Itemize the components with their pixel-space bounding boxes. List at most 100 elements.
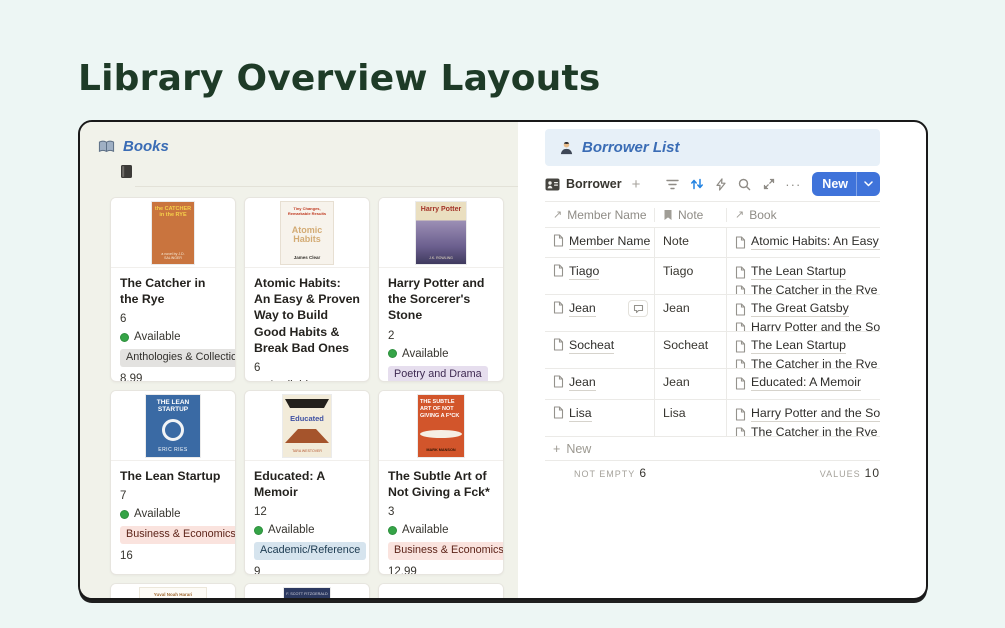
book-cover-area: THE SUBTLE ART OF NOT GIVING A F*CK MARK… xyxy=(379,391,503,461)
member-cell[interactable]: Socheat xyxy=(545,332,655,368)
table-row[interactable]: Tiago Tiago The Lean Startup The Catcher… xyxy=(545,258,880,295)
book-card[interactable]: THE SUBTLE ART OF NOT GIVING A F*CK MARK… xyxy=(378,390,504,575)
books-panel: Books the CATCHER in the RYE a novel by … xyxy=(80,122,518,598)
book-copies: 7 xyxy=(120,490,127,503)
status-dot-icon xyxy=(254,525,263,535)
note-cell[interactable]: Socheat xyxy=(655,332,727,368)
book-cover-area: the CATCHER in the RYE a novel by J.D. S… xyxy=(111,198,235,268)
person-icon xyxy=(559,140,574,155)
book-cell[interactable]: Harry Potter and the Sorcerer's The Catc… xyxy=(727,400,880,436)
book-cell[interactable]: The Lean Startup The Catcher in the Rye xyxy=(727,258,880,294)
open-book-icon xyxy=(98,140,115,154)
member-cell[interactable]: Lisa xyxy=(545,400,655,436)
book-cover: Yuval Noah Harari xyxy=(140,587,206,598)
cover-text: Tiny Changes, Remarkable Results xyxy=(287,205,327,216)
page-icon xyxy=(553,338,564,351)
table-header-row: ↗ Member Name Note ↗ Book xyxy=(545,202,880,228)
view-tab-borrower[interactable]: Borrower xyxy=(545,177,622,191)
note-cell[interactable]: Jean xyxy=(655,295,727,331)
book-card[interactable]: Yuval Noah Harari xyxy=(110,583,236,598)
book-card[interactable] xyxy=(378,583,504,598)
table-row[interactable]: Jean Jean Educated: A Memoir xyxy=(545,369,880,400)
search-icon[interactable] xyxy=(737,177,752,192)
book-title: Atomic Habits: An Easy & Proven Way to B… xyxy=(254,276,360,355)
book-cell[interactable]: Educated: A Memoir xyxy=(727,369,880,399)
page-icon xyxy=(553,406,564,419)
book-card[interactable]: Tiny Changes, Remarkable Results Atomic … xyxy=(244,197,370,382)
books-view-tab[interactable] xyxy=(120,164,518,180)
app-window: Books the CATCHER in the RYE a novel by … xyxy=(78,120,928,600)
page-icon xyxy=(553,264,564,277)
table-row[interactable]: Jean Jean The Great Gatsby Harry Potter … xyxy=(545,295,880,332)
table-row[interactable]: Socheat Socheat The Lean Startup The Cat… xyxy=(545,332,880,369)
comment-icon[interactable] xyxy=(628,300,648,317)
database-toolbar: Borrower + ··· New xyxy=(545,171,880,197)
book-cell[interactable]: The Great Gatsby Harry Potter and the So… xyxy=(727,295,880,331)
note-cell[interactable]: Note xyxy=(655,228,727,257)
book-status: Available xyxy=(254,380,360,381)
book-cell[interactable]: Atomic Habits: An Easy & Prove xyxy=(727,228,880,257)
not-empty-aggregate[interactable]: NOT EMPTY 6 xyxy=(545,466,647,480)
member-cell[interactable]: Jean xyxy=(545,369,655,399)
book-price: 16 xyxy=(120,550,133,562)
table-footer: NOT EMPTY 6 VALUES 10 xyxy=(545,461,880,481)
column-header-note[interactable]: Note xyxy=(655,207,727,222)
automation-bolt-icon[interactable] xyxy=(713,177,728,192)
borrower-list-header: Borrower List xyxy=(545,129,880,166)
cover-text: TARA WESTOVER xyxy=(292,448,322,453)
status-dot-icon xyxy=(120,509,129,519)
cover-text: THE SUBTLE ART OF NOT GIVING A F*CK xyxy=(420,398,460,419)
cover-text: James Clear xyxy=(293,254,321,260)
book-status: Available xyxy=(388,348,494,360)
add-view-button[interactable]: + xyxy=(632,176,641,193)
book-price: 12.99 xyxy=(388,566,417,575)
book-cover-area: Yuval Noah Harari xyxy=(111,584,235,598)
status-dot-icon xyxy=(120,332,129,342)
book-title: The Lean Startup xyxy=(120,469,221,483)
filter-icon[interactable] xyxy=(665,177,680,192)
expand-icon[interactable] xyxy=(761,177,776,192)
book-card[interactable]: THE LEAN STARTUP ERIC RIES The Lean Star… xyxy=(110,390,236,575)
member-cell[interactable]: Jean xyxy=(545,295,655,331)
book-card[interactable]: the CATCHER in the RYE a novel by J.D. S… xyxy=(110,197,236,382)
page-title: Library Overview Layouts xyxy=(78,58,601,99)
page-icon xyxy=(735,407,746,421)
column-header-member-name[interactable]: ↗ Member Name xyxy=(545,207,655,222)
view-tab-label: Borrower xyxy=(566,177,622,191)
cover-text: THE LEAN STARTUP xyxy=(156,398,190,413)
note-cell[interactable]: Jean xyxy=(655,369,727,399)
book-title: Harry Potter and the Sorcerer's Stone xyxy=(388,276,485,323)
page-icon xyxy=(735,339,746,353)
book-title: Educated: A Memoir xyxy=(254,469,325,500)
values-aggregate[interactable]: VALUES 10 xyxy=(820,466,880,480)
book-cover: F. SCOTT FITZGERALD THE GREAT xyxy=(284,587,330,598)
table-row[interactable]: Member Name Note Atomic Habits: An Easy … xyxy=(545,228,880,258)
book-cover: the CATCHER in the RYE a novel by J.D. S… xyxy=(152,201,194,264)
new-row-button[interactable]: + New xyxy=(545,437,880,461)
new-button-label: New xyxy=(822,177,848,191)
books-gallery: the CATCHER in the RYE a novel by J.D. S… xyxy=(110,197,518,598)
table-row[interactable]: Lisa Lisa Harry Potter and the Sorcerer'… xyxy=(545,400,880,437)
cover-text: Atomic Habits xyxy=(291,224,323,244)
genre-tag: Anthologies & Collections xyxy=(120,349,235,368)
sort-icon[interactable] xyxy=(689,177,704,192)
book-cover: Harry Potter J.K. ROWLING xyxy=(416,201,466,264)
member-cell[interactable]: Member Name xyxy=(545,228,655,257)
chevron-down-icon[interactable] xyxy=(857,181,880,187)
book-card[interactable]: F. SCOTT FITZGERALD THE GREAT xyxy=(244,583,370,598)
cover-circle-graphic xyxy=(420,430,462,439)
member-cell[interactable]: Tiago xyxy=(545,258,655,294)
column-header-book[interactable]: ↗ Book xyxy=(727,208,880,222)
book-card[interactable]: Educated TARA WESTOVER Educated: A Memoi… xyxy=(244,390,370,575)
note-cell[interactable]: Tiago xyxy=(655,258,727,294)
book-cell[interactable]: The Lean Startup The Catcher in the Rye xyxy=(727,332,880,368)
more-options-icon[interactable]: ··· xyxy=(785,177,801,192)
page-icon xyxy=(735,265,746,279)
book-card[interactable]: Harry Potter J.K. ROWLING Harry Potter a… xyxy=(378,197,504,382)
books-panel-title: Books xyxy=(123,138,169,155)
note-cell[interactable]: Lisa xyxy=(655,400,727,436)
page-icon xyxy=(735,235,746,249)
new-button[interactable]: New xyxy=(812,172,880,196)
bookmark-icon xyxy=(664,209,672,220)
cover-mound-graphic xyxy=(285,428,329,443)
